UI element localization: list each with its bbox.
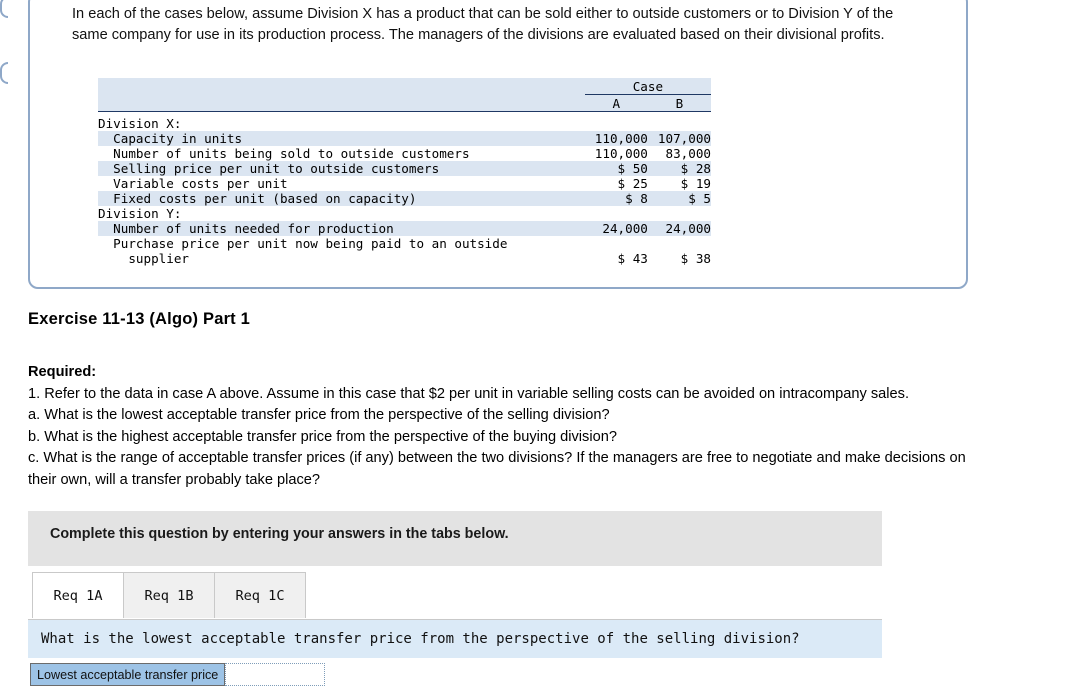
column-header-b: B (647, 94, 711, 112)
intro-paragraph: In each of the cases below, assume Divis… (72, 6, 894, 43)
case-header-label: Case (584, 78, 711, 95)
row-value-b (647, 236, 711, 251)
row-value-b (647, 116, 711, 131)
row-label: Fixed costs per unit (based on capacity) (98, 191, 585, 206)
required-line-a: a. What is the lowest acceptable transfe… (28, 407, 610, 423)
answer-row: Lowest acceptable transfer price (30, 663, 326, 686)
question-bar: What is the lowest acceptable transfer p… (28, 619, 882, 658)
row-value-b: 24,000 (647, 221, 711, 236)
row-value-a: $ 43 (584, 251, 648, 266)
tab-req-1a[interactable]: Req 1A (32, 572, 124, 618)
tab-bar: Req 1A Req 1B Req 1C (32, 572, 306, 618)
tab-req-1b[interactable]: Req 1B (123, 572, 215, 618)
case-header-blank (98, 78, 585, 95)
row-value-b: $ 19 (647, 176, 711, 191)
instruction-text: Complete this question by entering your … (50, 526, 509, 542)
row-value-b: 83,000 (647, 146, 711, 161)
row-value-b: 107,000 (647, 131, 711, 146)
table-row: supplier $ 43 $ 38 (98, 251, 711, 266)
required-heading: Required: (28, 364, 97, 380)
required-line-c: c. What is the range of acceptable trans… (28, 450, 966, 488)
table-row: Fixed costs per unit (based on capacity)… (98, 191, 711, 206)
row-label: Number of units being sold to outside cu… (98, 146, 585, 161)
row-value-a: 24,000 (584, 221, 648, 236)
page-title: Exercise 11-13 (Algo) Part 1 (28, 310, 251, 328)
table-row: Purchase price per unit now being paid t… (98, 236, 711, 251)
required-line-b: b. What is the highest acceptable transf… (28, 428, 617, 445)
table-row: Division Y: (98, 206, 711, 221)
row-value-a (584, 116, 648, 131)
row-label: Purchase price per unit now being paid t… (98, 236, 585, 251)
row-value-a (584, 236, 648, 251)
row-label: Division Y: (98, 206, 585, 221)
row-value-a: 110,000 (584, 131, 648, 146)
table-row: Division X: (98, 116, 711, 131)
row-value-a: 110,000 (584, 146, 648, 161)
table-row: Capacity in units 110,000 107,000 (98, 131, 711, 146)
row-value-b: $ 38 (647, 251, 711, 266)
row-value-b: $ 28 (647, 161, 711, 176)
row-label: Variable costs per unit (98, 176, 585, 191)
table-row: Number of units needed for production 24… (98, 221, 711, 236)
row-value-a: $ 25 (584, 176, 648, 191)
instruction-bar: Complete this question by entering your … (28, 511, 882, 566)
row-value-a: $ 8 (584, 191, 648, 206)
page-root: In each of the cases below, assume Divis… (0, 0, 1065, 693)
required-line-1: 1. Refer to the data in case A above. As… (28, 385, 910, 402)
table-row: Variable costs per unit $ 25 $ 19 (98, 176, 711, 191)
table-case-header-row: Case (98, 78, 711, 95)
row-label: Division X: (98, 116, 585, 131)
row-label: Number of units needed for production (98, 221, 585, 236)
case-data-table: Case A B Division X: Capacity in units 1… (98, 78, 711, 266)
left-edge-marker-top (0, 0, 8, 18)
column-header-blank (98, 94, 585, 112)
row-label: Selling price per unit to outside custom… (98, 161, 585, 176)
table-row: Number of units being sold to outside cu… (98, 146, 711, 161)
left-edge-marker-bottom (0, 62, 8, 84)
row-value-b: $ 5 (647, 191, 711, 206)
row-value-b (647, 206, 711, 221)
required-section: Required: 1. Refer to the data in case A… (28, 362, 988, 491)
row-value-a: $ 50 (584, 161, 648, 176)
row-label: Capacity in units (98, 131, 585, 146)
lowest-transfer-price-input[interactable] (225, 663, 326, 686)
case-data-table-body: Case A B Division X: Capacity in units 1… (98, 78, 711, 266)
row-value-a (584, 206, 648, 221)
tab-req-1c[interactable]: Req 1C (214, 572, 306, 618)
table-column-header-row: A B (98, 94, 711, 112)
table-row: Selling price per unit to outside custom… (98, 161, 711, 176)
question-text: What is the lowest acceptable transfer p… (41, 631, 800, 647)
answer-label: Lowest acceptable transfer price (30, 663, 226, 686)
column-header-a: A (584, 94, 648, 112)
row-label: supplier (98, 251, 585, 266)
intro-card: In each of the cases below, assume Divis… (28, 0, 968, 289)
